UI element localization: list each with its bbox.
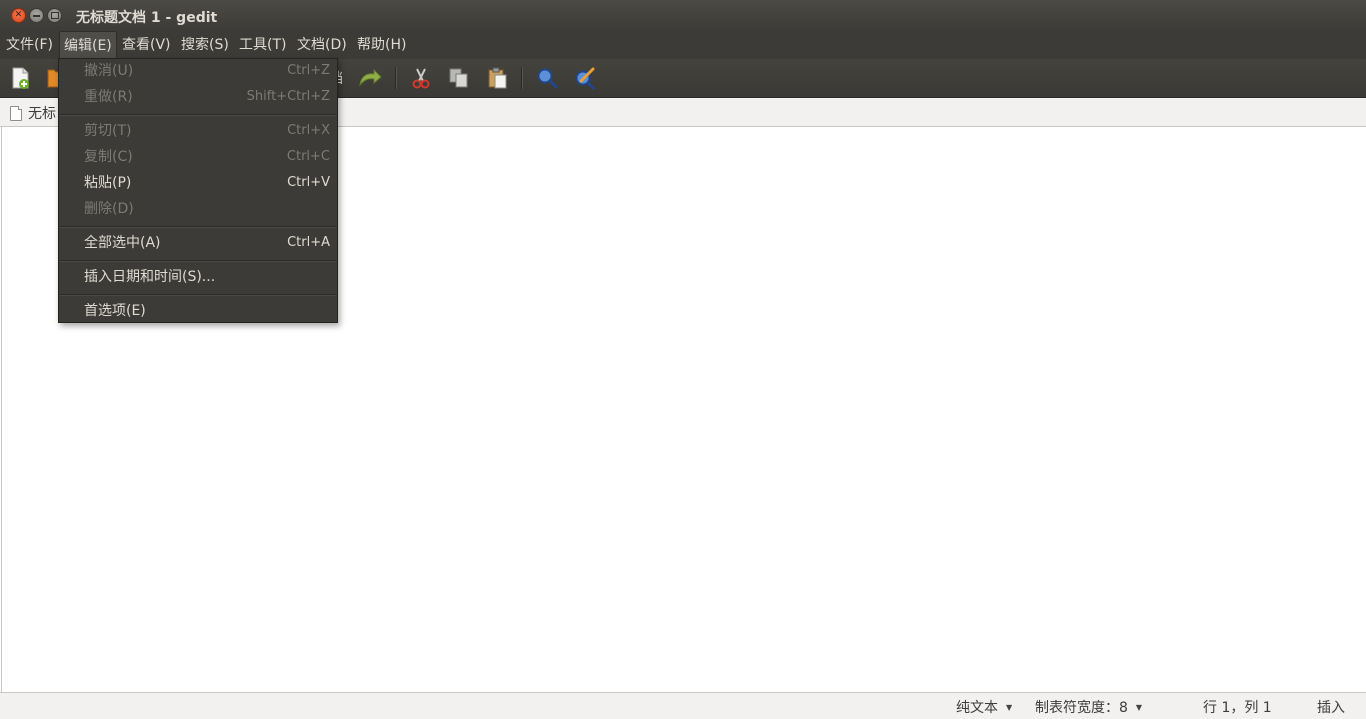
find-replace-icon [575, 67, 595, 90]
menu-search[interactable]: 搜索(S) [177, 31, 233, 59]
menu-separator [60, 260, 336, 261]
tab-width-label: 制表符宽度：8 [1035, 700, 1128, 716]
menu-edit[interactable]: 编辑(E) [59, 31, 117, 59]
toolbar-separator [395, 67, 396, 89]
find-replace-button[interactable] [571, 64, 599, 92]
search-icon [537, 68, 558, 89]
dropdown-arrow-icon: ▼ [1135, 702, 1143, 712]
menu-bar: 文件(F) 编辑(E) 查看(V) 搜索(S) 工具(T) 文档(D) 帮助(H… [0, 31, 1366, 59]
close-icon: ✕ [14, 10, 23, 20]
cursor-position-label: 行 1，列 1 [1203, 700, 1272, 716]
cut-button[interactable] [407, 64, 435, 92]
copy-button[interactable] [445, 64, 473, 92]
window-close-button[interactable]: ✕ [11, 8, 26, 23]
insert-mode-label: 插入 [1317, 700, 1345, 716]
insert-mode: 插入 [1317, 697, 1345, 717]
redo-icon [359, 68, 382, 87]
window-maximize-button[interactable] [47, 8, 62, 23]
menu-item-undo[interactable]: 撤消(U) Ctrl+Z [59, 59, 337, 83]
menu-help[interactable]: 帮助(H) [353, 31, 410, 59]
new-document-icon [12, 67, 29, 89]
menu-separator [60, 294, 336, 295]
menu-file[interactable]: 文件(F) [2, 31, 57, 59]
menu-item-insert-date-time[interactable]: 插入日期和时间(S)... [59, 265, 337, 289]
menu-tools[interactable]: 工具(T) [235, 31, 290, 59]
redo-button[interactable] [356, 64, 384, 92]
minimize-icon [33, 14, 40, 17]
menu-separator [60, 226, 336, 227]
tab-width-selector[interactable]: 制表符宽度：8 ▼ [1035, 697, 1142, 717]
menu-documents[interactable]: 文档(D) [293, 31, 351, 59]
status-bar: 纯文本 ▼ 制表符宽度：8 ▼ 行 1，列 1 插入 [0, 692, 1366, 719]
find-button[interactable] [533, 64, 561, 92]
scissors-icon [412, 68, 430, 89]
language-selector[interactable]: 纯文本 ▼ [956, 697, 1012, 717]
menu-item-paste[interactable]: 粘贴(P) Ctrl+V [59, 171, 337, 195]
cursor-position: 行 1，列 1 [1203, 697, 1272, 717]
language-label: 纯文本 [956, 700, 998, 716]
menu-item-delete[interactable]: 删除(D) [59, 197, 337, 221]
title-bar: ✕ 无标题文档 1 - gedit [0, 0, 1366, 31]
document-tab[interactable]: 无标 [0, 100, 64, 126]
toolbar-separator [521, 67, 522, 89]
dropdown-arrow-icon: ▼ [1006, 702, 1013, 712]
document-icon [10, 105, 22, 121]
menu-item-redo[interactable]: 重做(R) Shift+Ctrl+Z [59, 85, 337, 109]
copy-icon [449, 68, 468, 88]
edit-menu-dropdown: 撤消(U) Ctrl+Z 重做(R) Shift+Ctrl+Z 剪切(T) Ct… [58, 58, 338, 323]
document-tab-label: 无标 [28, 106, 56, 122]
window-minimize-button[interactable] [29, 8, 44, 23]
window-title: 无标题文档 1 - gedit [76, 10, 218, 26]
maximize-icon [50, 12, 59, 19]
menu-view[interactable]: 查看(V) [118, 31, 175, 59]
menu-item-select-all[interactable]: 全部选中(A) Ctrl+A [59, 231, 337, 255]
new-document-button[interactable] [6, 64, 34, 92]
paste-button[interactable] [483, 64, 511, 92]
menu-item-cut[interactable]: 剪切(T) Ctrl+X [59, 119, 337, 143]
menu-item-copy[interactable]: 复制(C) Ctrl+C [59, 145, 337, 169]
menu-item-preferences[interactable]: 首选项(E) [59, 299, 337, 323]
paste-icon [488, 67, 507, 89]
menu-separator [60, 114, 336, 115]
